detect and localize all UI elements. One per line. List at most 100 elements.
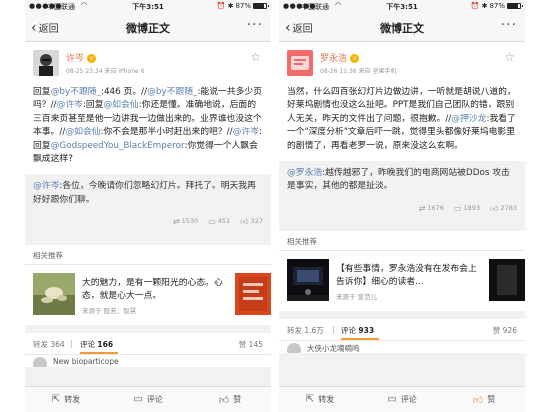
more-button[interactable]: ··· [247, 17, 263, 33]
thumbs-up-icon: 👍︎ [218, 394, 230, 406]
comment-count[interactable]: ▭ 1893 [454, 202, 480, 215]
tab-comments[interactable]: 评论 166 [80, 339, 113, 350]
status-right: ⏰ ✱ 87% [470, 2, 523, 10]
avatar[interactable] [33, 50, 59, 76]
author-name-text: 罗永浩 [320, 54, 348, 64]
mention-link[interactable]: @许岑 [33, 181, 59, 191]
comment-icon: ▭ [453, 203, 462, 213]
comment-item[interactable]: 大侠小龙嘀嘀鸣 [279, 341, 525, 354]
tab-separator [333, 326, 334, 335]
mention-link[interactable]: @押沙龙 [451, 114, 486, 124]
star-icon[interactable]: ☆ [250, 50, 261, 64]
tab-active-indicator [341, 338, 379, 341]
status-right: ⏰ ✱ 87% [217, 2, 269, 10]
related-header: 相关推荐 [25, 245, 271, 265]
author-name[interactable]: 许岑 v [66, 51, 97, 64]
avatar[interactable] [287, 50, 313, 76]
phone-screen-right: ●●●●● 中国联通 ◠ 下午3:51 ⏰ ✱ 87% ‹ 返回 微博正文 ··… [279, 0, 525, 412]
mention-link[interactable]: @许岑 [233, 127, 259, 137]
related-source: 来源于 股若、智慧 [82, 306, 137, 315]
nav-bar: ‹ 返回 微博正文 ··· [25, 12, 271, 42]
comment-item[interactable]: New bioparticope [25, 354, 271, 367]
like-button[interactable]: 👍︎ 赞 [189, 387, 271, 412]
tab-likes[interactable]: 赞 926 [493, 325, 517, 336]
commenter-avatar [33, 356, 47, 367]
related-title: 【有些事情，罗永浩没有在发布会上告诉你】细心的读者... [336, 264, 477, 288]
mention-link[interactable]: @如会仙 [65, 127, 100, 137]
repost-button[interactable]: ⇱ 转发 [279, 387, 361, 412]
author-name[interactable]: 罗永浩 v [320, 51, 360, 64]
comment-icon: ▭ [133, 394, 143, 405]
original-post-text: @许岑:各位，今晚请你们忽略幻灯片。拜托了。明天我再好好跟你们聊。 [33, 180, 263, 207]
weibo-post: 许岑 v 08-25 23:34 来自 iPhone 6 ☆ 回复@by不跟随_:… [25, 42, 271, 237]
mention-link[interactable]: @如会仙 [104, 100, 139, 110]
repost-count[interactable]: ⇄ 1530 [173, 215, 198, 228]
original-post[interactable]: @许岑:各位，今晚请你们忽略幻灯片。拜托了。明天我再好好跟你们聊。 ⇄ 1530 … [25, 174, 271, 237]
repost-count-value: 1676 [427, 203, 444, 212]
comment-button[interactable]: ▭ 评论 [107, 387, 189, 412]
status-bar: ●●●●● 中国联通 ◠ 下午3:51 ⏰ ✱ 87% [25, 0, 271, 12]
comment-count-value: 451 [217, 217, 231, 226]
repost-icon: ⇱ [305, 394, 315, 405]
comment-count[interactable]: ▭ 451 [208, 215, 230, 228]
thumbs-up-icon: 👍︎ [472, 394, 484, 406]
tab-likes[interactable]: 赞 145 [239, 339, 263, 350]
post-meta: 08-25 23:34 来自 iPhone 6 [66, 68, 145, 75]
weibo-post: 罗永浩 v 08-26 11:36 来自 坚果手机 ☆ 当然，什么四百张幻灯片边做… [279, 42, 525, 224]
battery-icon [253, 3, 269, 9]
bluetooth-icon: ✱ [481, 2, 488, 10]
post-content: 回复@by不跟随_:446 页。//@by不跟随_:能说一共多少页吗？//@许岑… [33, 86, 263, 166]
original-post[interactable]: @罗永浩:越传越邪了，昨晚我们的电商网站被DDos 攻击是事实，其他的都是扯淡。… [279, 161, 525, 224]
related-recommend: 相关推荐 大的魅力，是有一颗阳光的心态。心态，就是心大一点。 来源于 股若、智慧 [25, 244, 271, 325]
mention-link[interactable]: @许岑 [57, 100, 83, 110]
alarm-icon: ⏰ [470, 2, 480, 10]
text-segment: :446 页。// [101, 87, 148, 97]
battery-fill [254, 4, 265, 8]
tab-reposts[interactable]: 转发 364 [33, 339, 65, 350]
bluetooth-icon: ✱ [227, 2, 234, 10]
comment-count-value: 1893 [463, 203, 481, 212]
mention-link[interactable]: @by不跟随_ [147, 87, 197, 97]
mention-link[interactable]: @罗永浩 [287, 168, 322, 178]
repost-count[interactable]: ⇄ 1676 [419, 202, 444, 215]
phone-screen-left: ●●●●● 中国联通 ◠ 下午3:51 ⏰ ✱ 87% ‹ 返回 微博正文 ··… [25, 0, 271, 412]
star-icon[interactable]: ☆ [504, 50, 515, 64]
repost-icon: ⇱ [51, 394, 61, 405]
repost-button[interactable]: ⇱ 转发 [25, 387, 107, 412]
author-row: 许岑 v 08-25 23:34 来自 iPhone 6 ☆ [33, 50, 263, 80]
like-count[interactable]: 👍︎ 327 [240, 215, 263, 228]
comment-button[interactable]: ▭ 评论 [361, 387, 443, 412]
repost-icon: ⇄ [172, 217, 180, 227]
related-item[interactable]: 大的魅力，是有一颗阳光的心态。心态，就是心大一点。 来源于 股若、智慧 [25, 265, 271, 325]
battery-percent: 87% [489, 2, 505, 10]
related-title: 大的魅力，是有一颗阳光的心态。心态，就是心大一点。 [82, 277, 223, 301]
related-item[interactable]: 【有些事情，罗永浩没有在发布会上告诉你】细心的读者... 来源于 爱范儿 [279, 251, 525, 311]
repost-button-label: 转发 [318, 395, 335, 404]
tab-separator [71, 339, 72, 348]
like-count[interactable]: 👍︎ 2783 [490, 202, 517, 215]
status-bar: ●●●●● 中国联通 ◠ 下午3:51 ⏰ ✱ 87% [279, 0, 525, 12]
nav-bar: ‹ 返回 微博正文 ··· [279, 12, 525, 42]
tab-comments[interactable]: 评论 933 [341, 325, 374, 336]
page-title: 微博正文 [126, 22, 170, 35]
text-segment: :各位，今晚请你们忽略幻灯片。拜托了。明天我再好好跟你们聊。 [33, 181, 256, 205]
verified-icon: v [350, 54, 360, 63]
original-post-stats: ⇄ 1676 ▭ 1893 👍︎ 2783 [287, 202, 517, 215]
mention-link[interactable]: @by不跟随_ [51, 87, 101, 97]
author-name-text: 许岑 [66, 54, 85, 64]
battery-percent: 87% [235, 2, 251, 10]
author-row: 罗永浩 v 08-26 11:36 来自 坚果手机 ☆ [287, 50, 517, 80]
comment-button-label: 评论 [146, 395, 163, 404]
mention-link[interactable]: @GodspeedYou_BlackEmperor [51, 141, 185, 151]
more-button[interactable]: ··· [501, 17, 517, 33]
detail-tabs: 转发 364 评论 166 赞 145 [25, 332, 271, 355]
tab-comments-count: 933 [358, 326, 375, 336]
text-segment: :回复 [82, 100, 104, 111]
related-side-image [235, 272, 271, 315]
repost-count-value: 1530 [181, 217, 199, 226]
tab-comments-count: 166 [97, 339, 114, 349]
tab-reposts[interactable]: 转发 1.6万 [287, 325, 324, 336]
verified-icon: v [87, 54, 97, 63]
like-button[interactable]: 👍︎ 赞 [443, 387, 525, 412]
repost-icon: ⇄ [418, 203, 426, 213]
